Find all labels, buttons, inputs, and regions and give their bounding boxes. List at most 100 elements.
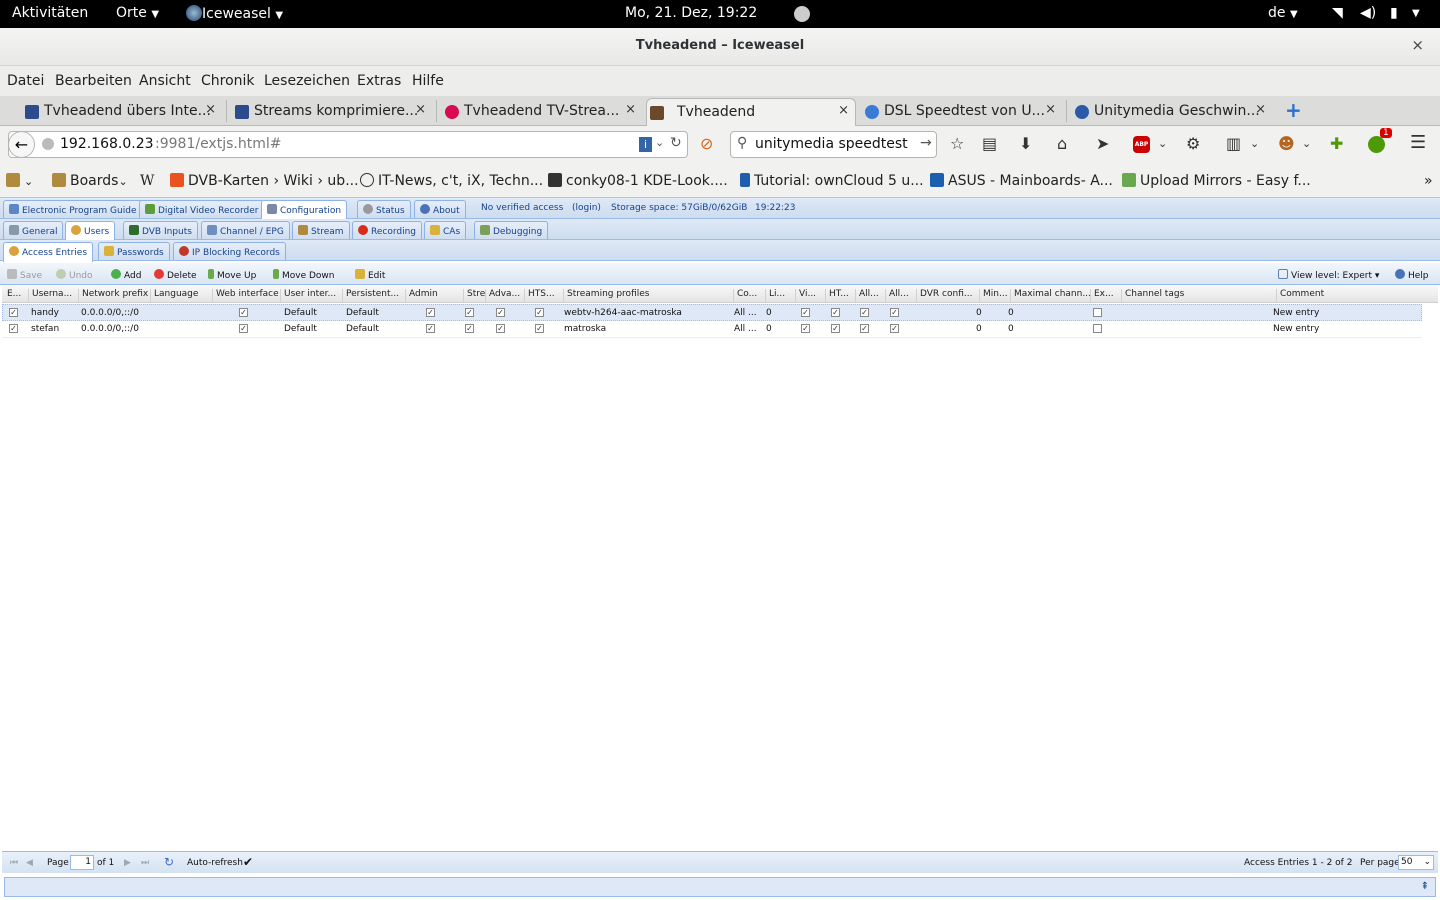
edit-button[interactable]: Edit bbox=[355, 269, 385, 281]
browser-tab-active[interactable]: Tvheadend × bbox=[646, 98, 856, 127]
web-interface-checkbox[interactable]: ✓ bbox=[239, 324, 248, 333]
advanced-checkbox[interactable]: ✓ bbox=[496, 324, 505, 333]
search-bar[interactable]: ⚲ unitymedia speedtest → bbox=[730, 131, 937, 158]
tab-passwords[interactable]: Passwords bbox=[98, 242, 170, 260]
move-down-button[interactable]: Move Down bbox=[273, 269, 335, 281]
adblock-icon[interactable]: ABP bbox=[1133, 136, 1150, 153]
toggle-icon[interactable]: ⚙ bbox=[1186, 134, 1200, 153]
first-page-icon[interactable]: ⏮ bbox=[10, 858, 18, 868]
auto-refresh-checkbox[interactable]: ✔ bbox=[243, 855, 253, 869]
htsp-checkbox[interactable]: ✓ bbox=[535, 324, 544, 333]
advanced-checkbox[interactable]: ✓ bbox=[496, 308, 505, 317]
hamburger-menu-icon[interactable]: ☰ bbox=[1410, 132, 1426, 153]
column-header[interactable]: Maximal chann... bbox=[1010, 289, 1090, 303]
tab-recording[interactable]: Recording bbox=[352, 221, 423, 239]
tab-close-icon[interactable]: × bbox=[415, 102, 426, 117]
column-header[interactable]: HT... bbox=[825, 289, 855, 303]
bookmark-star-icon[interactable]: ☆ bbox=[950, 134, 964, 153]
column-header[interactable]: Language bbox=[150, 289, 212, 303]
bookmark-item[interactable]: IT-News, c't, iX, Techn... bbox=[360, 173, 543, 189]
reload-icon[interactable]: ↻ bbox=[670, 135, 682, 151]
login-link[interactable]: (login) bbox=[572, 203, 601, 213]
new-tab-button[interactable]: + bbox=[1285, 98, 1302, 122]
table-row[interactable]: ✓ handy 0.0.0.0/0,::/0 ✓ Default Default… bbox=[2, 304, 1422, 321]
refresh-icon[interactable]: ↻ bbox=[164, 855, 174, 869]
all-dvr-checkbox[interactable]: ✓ bbox=[860, 324, 869, 333]
tab-users[interactable]: Users bbox=[65, 221, 116, 241]
expand-icon[interactable]: ⇞ bbox=[1421, 881, 1429, 892]
save-button[interactable]: Save bbox=[7, 269, 42, 281]
column-header[interactable]: All... bbox=[885, 289, 916, 303]
column-header[interactable]: Comment bbox=[1276, 289, 1422, 303]
clock[interactable]: Mo, 21. Dez, 19:22 bbox=[625, 5, 757, 21]
column-header[interactable]: Stre bbox=[463, 289, 485, 303]
tab-dvr[interactable]: Digital Video Recorder bbox=[139, 200, 265, 218]
exclude-checkbox[interactable] bbox=[1093, 308, 1102, 317]
menu-extras[interactable]: Extras bbox=[357, 73, 401, 89]
last-page-icon[interactable]: ⏭ bbox=[141, 858, 149, 868]
site-identity-icon[interactable] bbox=[42, 138, 54, 150]
chevron-down-icon[interactable]: ⌄ bbox=[1250, 137, 1259, 150]
menu-chronik[interactable]: Chronik bbox=[201, 73, 255, 89]
reading-list-icon[interactable]: ▤ bbox=[982, 134, 997, 153]
tab-cas[interactable]: CAs bbox=[424, 221, 467, 239]
menu-lesezeichen[interactable]: Lesezeichen bbox=[264, 73, 350, 89]
video-recorder-checkbox[interactable]: ✓ bbox=[801, 324, 810, 333]
delete-button[interactable]: Delete bbox=[154, 269, 197, 281]
per-page-select[interactable]: 50 ⌄ bbox=[1398, 855, 1434, 870]
all-dvr-rw-checkbox[interactable]: ✓ bbox=[890, 308, 899, 317]
search-input[interactable]: unitymedia speedtest bbox=[755, 136, 908, 152]
tab-close-icon[interactable]: × bbox=[1045, 102, 1056, 117]
bookmark-item[interactable]: W bbox=[140, 173, 154, 189]
downloads-icon[interactable]: ⬇ bbox=[1019, 134, 1032, 153]
add-button[interactable]: Add bbox=[111, 269, 141, 281]
chevron-down-icon[interactable]: ⌄ bbox=[655, 136, 664, 149]
clipboard-icon[interactable]: ▥ bbox=[1226, 134, 1241, 153]
tab-channel-epg[interactable]: Channel / EPG bbox=[201, 221, 290, 239]
tab-close-icon[interactable]: × bbox=[838, 103, 849, 118]
column-header[interactable]: Streaming profiles bbox=[563, 289, 733, 303]
htsp-checkbox[interactable]: ✓ bbox=[535, 308, 544, 317]
column-header[interactable]: User inter... bbox=[280, 289, 342, 303]
bookmark-item[interactable]: Boards⌄ bbox=[52, 173, 128, 189]
column-header[interactable]: Vi... bbox=[795, 289, 825, 303]
column-header[interactable]: Min... bbox=[979, 289, 1010, 303]
battery-icon[interactable]: ▮ bbox=[1390, 5, 1398, 21]
column-header[interactable]: Channel tags bbox=[1121, 289, 1276, 303]
next-page-icon[interactable]: ▶ bbox=[124, 858, 131, 868]
bookmark-item[interactable]: Tutorial: ownCloud 5 u... bbox=[740, 173, 924, 189]
volume-icon[interactable]: ◀) bbox=[1360, 5, 1376, 21]
page-number-input[interactable]: 1 bbox=[70, 855, 94, 870]
tab-dvb-inputs[interactable]: DVB Inputs bbox=[123, 221, 198, 239]
table-row[interactable]: ✓ stefan 0.0.0.0/0,::/0 ✓ Default Defaul… bbox=[2, 321, 1422, 338]
prev-page-icon[interactable]: ◀ bbox=[26, 858, 33, 868]
column-header[interactable]: Adva... bbox=[485, 289, 524, 303]
column-header[interactable]: Persistent... bbox=[342, 289, 405, 303]
column-header[interactable]: All... bbox=[855, 289, 885, 303]
column-header[interactable]: Network prefix bbox=[78, 289, 150, 303]
column-header[interactable]: Ex... bbox=[1090, 289, 1121, 303]
htsp-dvr-checkbox[interactable]: ✓ bbox=[831, 308, 840, 317]
tab-ip-blocking[interactable]: IP Blocking Records bbox=[173, 242, 286, 260]
enabled-checkbox[interactable]: ✓ bbox=[9, 308, 18, 317]
tab-about[interactable]: About bbox=[414, 200, 466, 218]
admin-checkbox[interactable]: ✓ bbox=[426, 308, 435, 317]
streaming-checkbox[interactable]: ✓ bbox=[465, 324, 474, 333]
browser-tab[interactable]: Unitymedia Geschwin... × bbox=[1072, 98, 1272, 126]
column-header[interactable]: HTS... bbox=[524, 289, 563, 303]
column-header[interactable]: Userna... bbox=[28, 289, 76, 303]
chevron-down-icon[interactable]: ▼ bbox=[1412, 8, 1420, 19]
monkey-icon[interactable]: ☻ bbox=[1278, 134, 1295, 153]
back-arrow-icon[interactable]: ← bbox=[8, 131, 35, 158]
home-icon[interactable]: ⌂ bbox=[1057, 134, 1067, 153]
menu-hilfe[interactable]: Hilfe bbox=[412, 73, 444, 89]
notification-icon[interactable] bbox=[1368, 136, 1385, 153]
admin-checkbox[interactable]: ✓ bbox=[426, 324, 435, 333]
chevron-down-icon[interactable]: ⌄ bbox=[1158, 137, 1167, 150]
send-icon[interactable]: ➤ bbox=[1096, 134, 1109, 153]
column-header[interactable]: Web interface bbox=[212, 289, 280, 303]
tab-close-icon[interactable]: × bbox=[625, 102, 636, 117]
web-interface-checkbox[interactable]: ✓ bbox=[239, 308, 248, 317]
view-level-dropdown[interactable]: View level: Expert ▾ bbox=[1278, 269, 1379, 281]
window-close-button[interactable]: × bbox=[1411, 36, 1424, 54]
